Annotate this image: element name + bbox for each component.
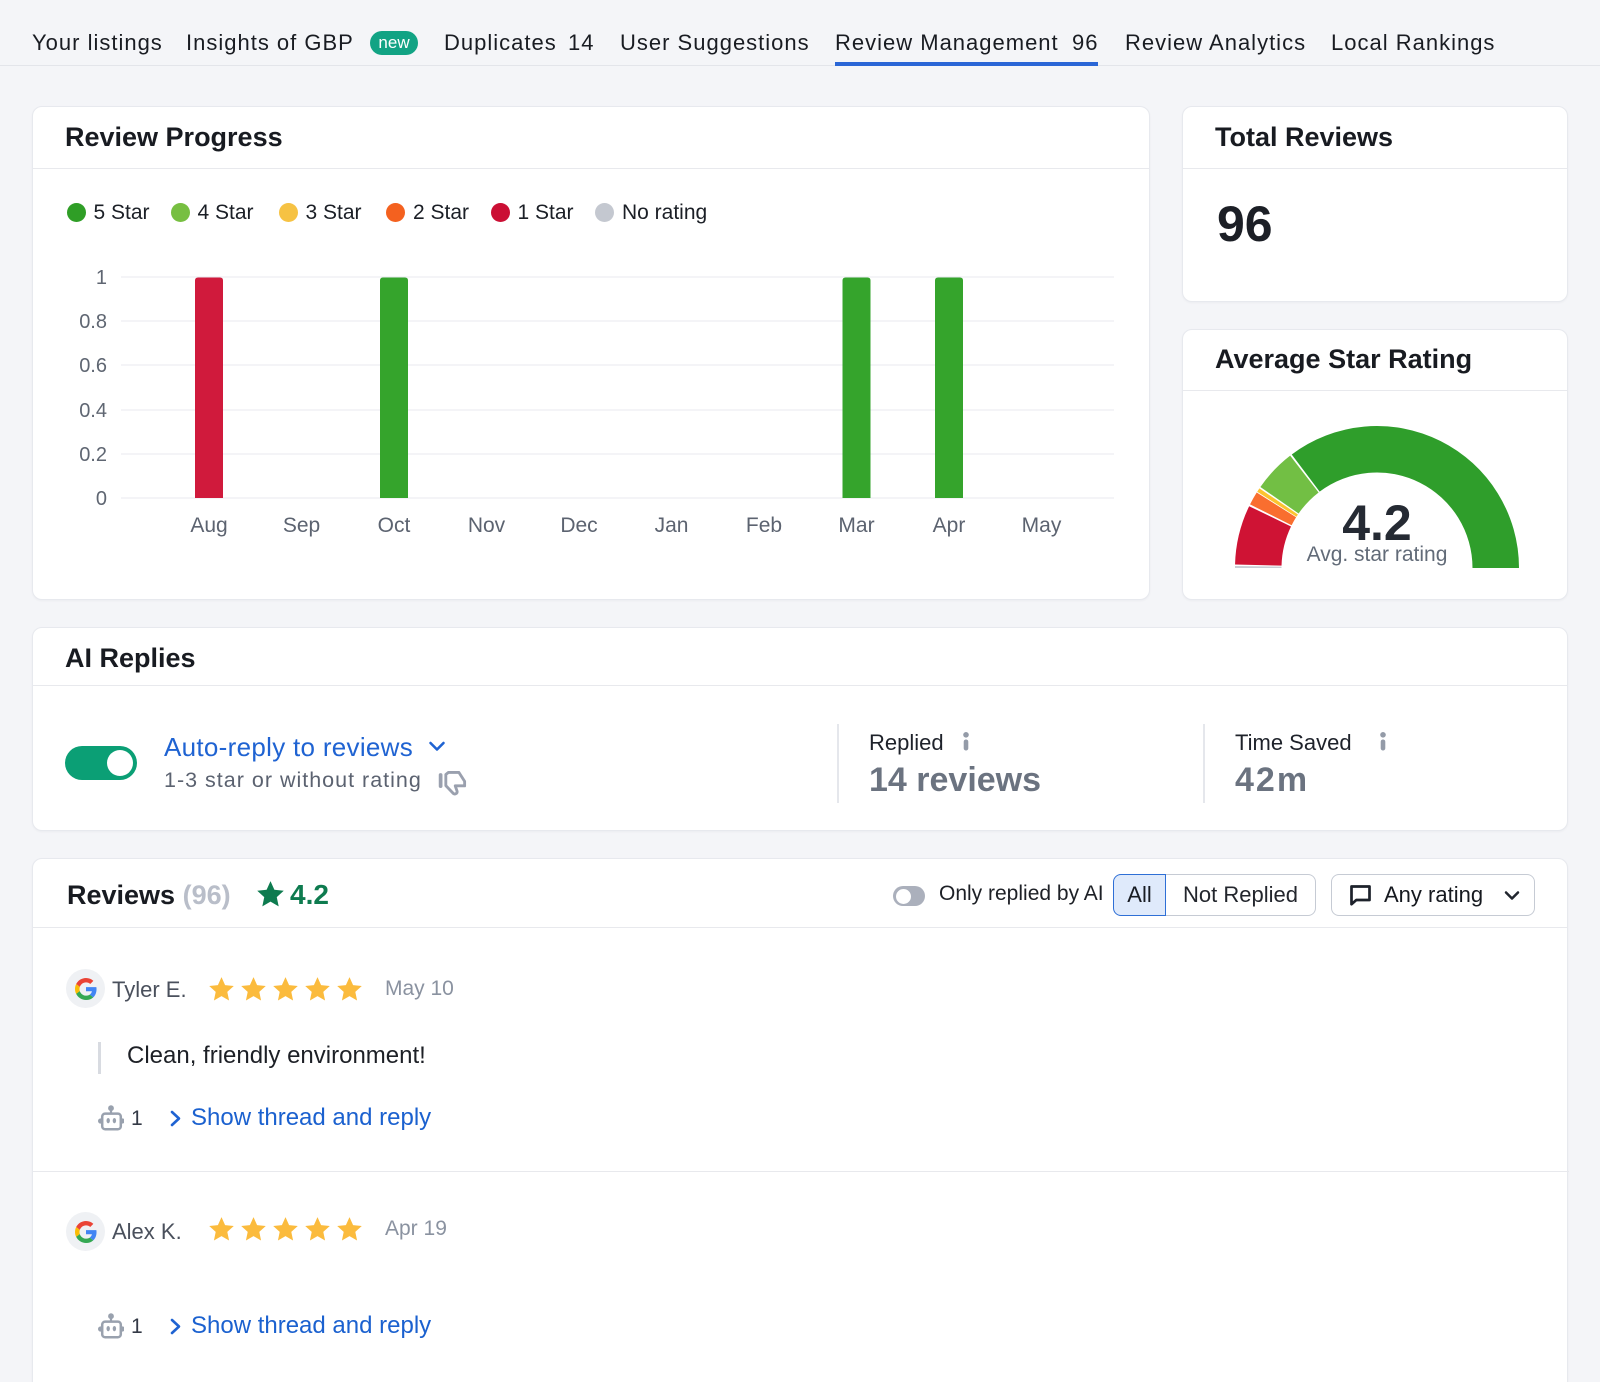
svg-text:1: 1	[96, 267, 107, 289]
svg-text:Sep: Sep	[283, 514, 320, 537]
svg-text:Jan: Jan	[655, 514, 689, 537]
svg-text:Apr: Apr	[933, 514, 966, 537]
svg-text:0.2: 0.2	[79, 444, 107, 466]
svg-text:May: May	[1022, 514, 1062, 537]
svg-text:Aug: Aug	[190, 514, 227, 537]
svg-text:Oct: Oct	[378, 514, 411, 537]
svg-text:Mar: Mar	[838, 514, 874, 537]
svg-text:0.6: 0.6	[79, 355, 107, 377]
svg-text:0: 0	[96, 488, 107, 510]
svg-text:Avg. star rating: Avg. star rating	[1307, 543, 1448, 566]
svg-text:0.8: 0.8	[79, 311, 107, 333]
svg-text:0.4: 0.4	[79, 400, 107, 422]
svg-text:Feb: Feb	[746, 514, 782, 537]
svg-text:Nov: Nov	[468, 514, 506, 537]
svg-text:Dec: Dec	[560, 514, 597, 537]
